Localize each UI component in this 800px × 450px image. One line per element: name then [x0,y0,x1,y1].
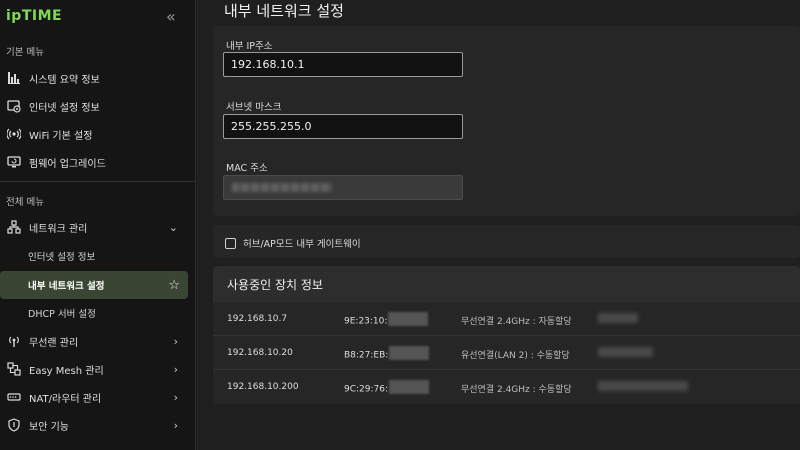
sidebar-item-label: 시스템 요약 정보 [29,74,100,86]
sidebar-item-easy-mesh[interactable]: Easy Mesh 관리 › [0,355,188,383]
app-root: ipTIME « 기본 메뉴 시스템 요약 정보 인터넷 설정 정보 WiFi … [0,0,800,450]
mac-address-field [223,175,463,200]
shield-icon [6,417,22,433]
redacted-device-name [598,313,638,323]
sidebar-item-label: 보안 기능 [29,421,69,433]
sidebar-item-label: 펌웨어 업그레이드 [29,158,106,170]
bar-chart-icon [6,70,22,86]
sidebar-item-label: NAT/라우터 관리 [29,393,102,405]
device-table: 192.168.10.7 9E:23:10: 무선연결 2.4GHz : 자동할… [213,302,800,404]
device-ip: 192.168.10.20 [227,348,293,358]
sidebar-item-label: DHCP 서버 설정 [28,309,96,320]
device-connection: 무선연결 2.4GHz : 자동할당 [461,317,572,327]
sidebar-item-label: Easy Mesh 관리 [29,365,104,377]
chevron-right-icon: › [173,362,178,376]
redacted-device-name [598,381,688,391]
sidebar-item-network-management[interactable]: 네트워크 관리 ⌄ [0,213,188,241]
chevron-right-icon: › [173,390,178,404]
sidebar-item-label: 인터넷 설정 정보 [28,252,96,263]
device-connection: 무선연결 2.4GHz : 수동할당 [461,385,572,395]
redacted-mac [232,183,332,192]
chevron-right-icon: › [173,334,178,348]
network-settings-card: 내부 IP주소 서브넷 마스크 MAC 주소 [213,26,800,216]
table-row[interactable]: 192.168.10.20 B8:27:EB: 유선연결(LAN 2) : 수동… [213,336,800,370]
hub-ap-checkbox[interactable] [225,237,236,249]
sidebar-item-dhcp-server[interactable]: DHCP 서버 설정 [0,299,188,327]
collapse-sidebar-icon[interactable]: « [166,7,176,26]
sidebar-item-firmware-upgrade[interactable]: 펌웨어 업그레이드 [0,148,188,176]
hub-ap-label: 허브/AP모드 내부 게이트웨이 [243,239,361,250]
sidebar-item-wireless[interactable]: 무선랜 관리 › [0,327,188,355]
hub-ap-card: 허브/AP모드 내부 게이트웨이 [213,225,800,258]
ip-address-label: 내부 IP주소 [226,41,273,52]
star-icon[interactable]: ☆ [168,278,180,293]
monitor-refresh-icon [6,154,22,170]
wifi-icon [6,126,22,142]
section-title-all: 전체 메뉴 [6,197,44,208]
hub-ap-checkbox-row[interactable]: 허브/AP모드 내부 게이트웨이 [225,236,361,250]
table-row[interactable]: 192.168.10.7 9E:23:10: 무선연결 2.4GHz : 자동할… [213,302,800,336]
sidebar-item-internal-network[interactable]: 내부 네트워크 설정 ☆ [0,271,188,299]
globe-gear-icon [6,98,22,114]
device-list-header: 사용중인 장치 정보 [213,266,800,302]
sidebar: ipTIME « 기본 메뉴 시스템 요약 정보 인터넷 설정 정보 WiFi … [0,0,196,450]
sidebar-item-internet-info[interactable]: 인터넷 설정 정보 [0,92,188,120]
network-icon [6,219,22,235]
sidebar-item-internet-setup[interactable]: 인터넷 설정 정보 [0,242,188,270]
device-mac: 9C:29:76: [344,380,430,396]
device-connection: 유선연결(LAN 2) : 수동할당 [461,351,570,361]
ip-address-input[interactable] [223,52,463,77]
sidebar-item-nat-router[interactable]: NAT/라우터 관리 › [0,383,188,411]
device-ip: 192.168.10.200 [227,382,299,392]
device-ip: 192.168.10.7 [227,314,288,324]
device-mac: 9E:23:10: [344,312,429,328]
sidebar-item-label: 네트워크 관리 [29,223,88,235]
redacted-device-name [598,347,653,357]
section-title-basic: 기본 메뉴 [6,47,44,58]
mac-address-label: MAC 주소 [226,163,268,174]
subnet-mask-label: 서브넷 마스크 [226,102,282,113]
sidebar-item-security[interactable]: 보안 기능 › [0,411,188,439]
chevron-down-icon: ⌄ [168,220,178,234]
sidebar-item-wifi-basic[interactable]: WiFi 기본 설정 [0,120,188,148]
sidebar-item-system-summary[interactable]: 시스템 요약 정보 [0,64,188,92]
subnet-mask-input[interactable] [223,114,463,139]
page-title: 내부 네트워크 설정 [224,2,344,20]
brand-logo[interactable]: ipTIME [6,8,62,24]
sidebar-item-label: 인터넷 설정 정보 [29,102,100,114]
wireless-icon [6,333,22,349]
device-mac: B8:27:EB: [344,346,430,362]
router-icon [6,389,22,405]
sidebar-item-label: 내부 네트워크 설정 [28,281,105,292]
mesh-icon [6,361,22,377]
table-row[interactable]: 192.168.10.200 9C:29:76: 무선연결 2.4GHz : 수… [213,370,800,404]
sidebar-item-label: 무선랜 관리 [29,337,79,349]
sidebar-divider [0,181,196,182]
sidebar-item-label: WiFi 기본 설정 [29,130,93,142]
chevron-right-icon: › [173,418,178,432]
